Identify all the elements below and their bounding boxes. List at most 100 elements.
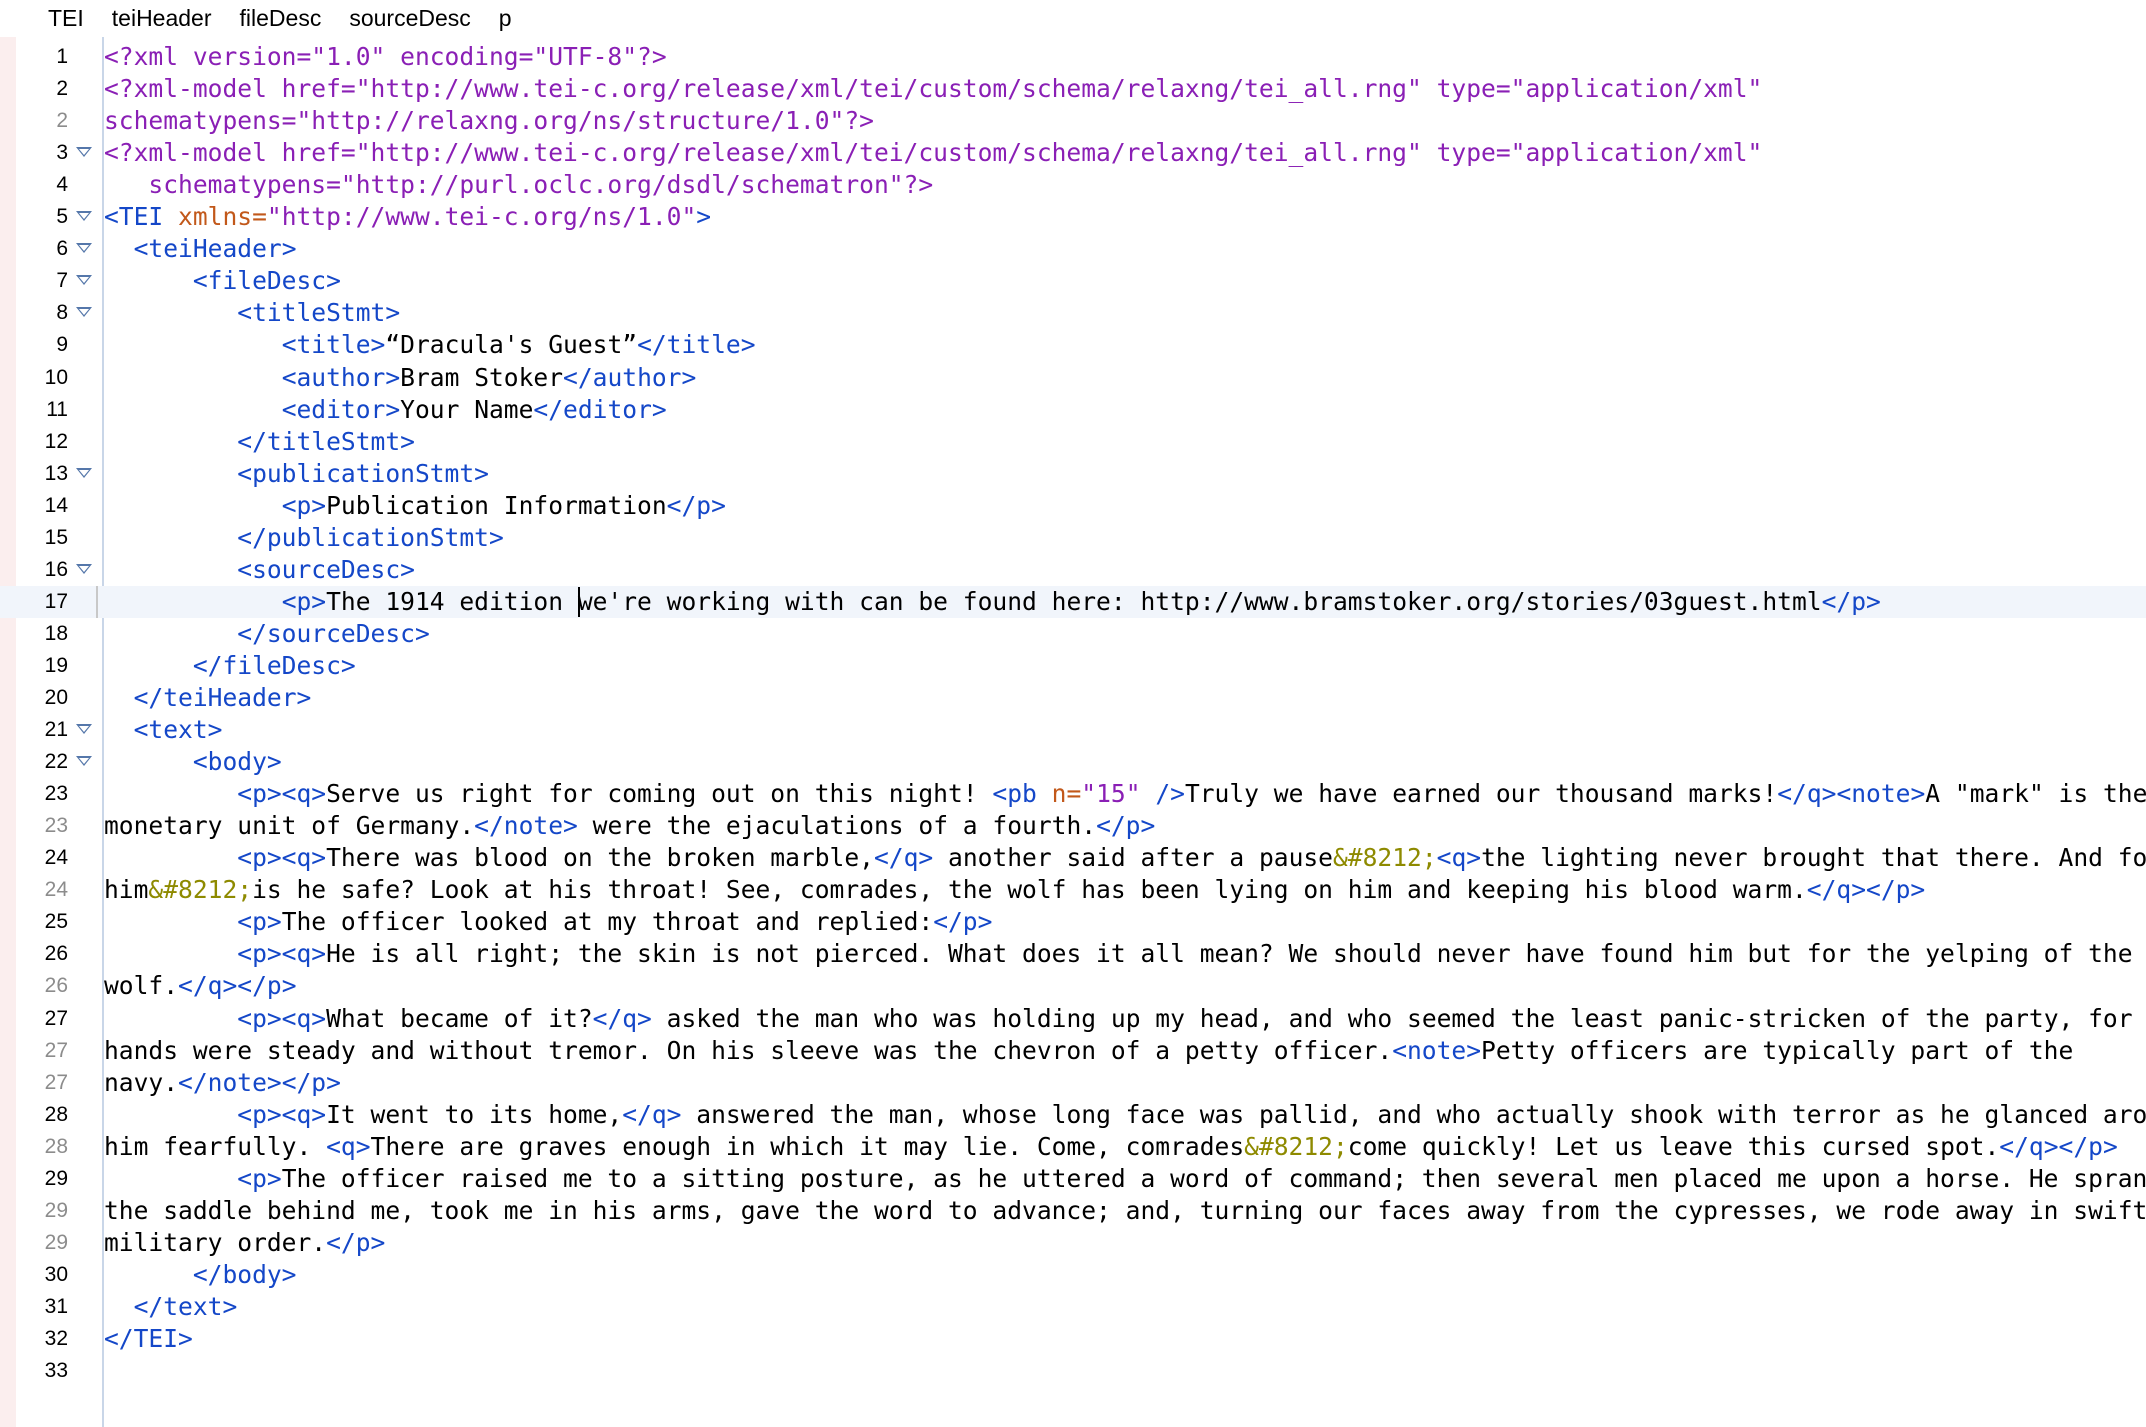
line-code[interactable]: </publicationStmt> [104,522,504,554]
editor-line-wrap[interactable]: 24 him&#8212;is he safe? Look at his thro… [0,874,2146,906]
editor-line-wrap[interactable]: 23 monetary unit of Germany.</note> were … [0,810,2146,842]
line-code[interactable]: <?xml-model href="http://www.tei-c.org/r… [104,73,1762,105]
fold-toggle-icon[interactable] [76,307,92,318]
line-code[interactable]: monetary unit of Germany.</note> were th… [104,810,1155,842]
line-code[interactable]: </teiHeader> [104,682,312,714]
line-code[interactable]: military order.</p> [104,1227,385,1259]
line-code[interactable]: <p><q>Serve us right for coming out on t… [104,778,2146,810]
editor-line[interactable]: 28 <p><q>It went to its home,</q> answer… [0,1099,2146,1131]
line-code[interactable]: <teiHeader> [104,233,297,265]
line-code[interactable]: him&#8212;is he safe? Look at his throat… [104,874,1925,906]
editor-line[interactable]: 3 <?xml-model href="http://www.tei-c.org/… [0,137,2146,169]
line-code[interactable]: <p>The officer looked at my throat and r… [104,906,992,938]
line-code[interactable]: <p>Publication Information</p> [104,490,726,522]
line-code[interactable]: <titleStmt> [104,297,400,329]
editor-line[interactable]: 2 <?xml-model href="http://www.tei-c.org/… [0,73,2146,105]
line-code[interactable]: wolf.</q></p> [104,970,297,1002]
line-code[interactable]: <?xml-model href="http://www.tei-c.org/r… [104,137,1762,169]
editor-line[interactable]: 10 <author>Bram Stoker</author> [0,362,2146,394]
xml-editor[interactable]: 1 <?xml version="1.0" encoding="UTF-8"?> 2… [0,37,2146,1427]
line-code[interactable]: </fileDesc> [104,650,356,682]
fold-toggle-icon[interactable] [76,724,92,735]
line-code[interactable]: </text> [104,1291,238,1323]
line-code[interactable]: schematypens="http://relaxng.org/ns/stru… [104,105,874,137]
editor-line[interactable]: 1 <?xml version="1.0" encoding="UTF-8"?> [0,41,2146,73]
line-code[interactable]: <?xml version="1.0" encoding="UTF-8"?> [104,41,667,73]
line-code[interactable]: hands were steady and without tremor. On… [104,1035,2073,1067]
editor-line[interactable]: 26 <p><q>He is all right; the skin is no… [0,938,2146,970]
editor-line[interactable]: 32 </TEI> [0,1323,2146,1355]
line-code[interactable]: </body> [104,1259,297,1291]
editor-line[interactable]: 12 </titleStmt> [0,426,2146,458]
line-code[interactable]: <p><q>There was blood on the broken marb… [104,842,2146,874]
editor-line[interactable]: 6 <teiHeader> [0,233,2146,265]
fold-toggle-icon[interactable] [76,467,92,478]
fold-toggle-icon[interactable] [76,563,92,574]
line-code[interactable]: <p>The officer raised me to a sitting po… [104,1163,2146,1195]
line-code[interactable]: </titleStmt> [104,426,415,458]
editor-line[interactable]: 9 <title>“Dracula's Guest”</title> [0,329,2146,361]
editor-line[interactable]: 14 <p>Publication Information</p> [0,490,2146,522]
editor-line-wrap[interactable]: 28 him fearfully. <q>There are graves eno… [0,1131,2146,1163]
fold-toggle-icon[interactable] [76,275,92,286]
editor-line[interactable]: 33 [0,1355,2146,1387]
line-code[interactable]: <text> [104,714,223,746]
editor-line[interactable]: 21 <text> [0,714,2146,746]
line-code[interactable]: him fearfully. <q>There are graves enoug… [104,1131,2118,1163]
editor-line-wrap[interactable]: 2 schematypens="http://relaxng.org/ns/str… [0,105,2146,137]
editor-line[interactable]: 4 schematypens="http://purl.oclc.org/dsd… [0,169,2146,201]
editor-line[interactable]: 23 <p><q>Serve us right for coming out o… [0,778,2146,810]
breadcrumb-item-tei[interactable]: TEI [0,5,98,32]
line-code[interactable]: <body> [104,746,282,778]
line-code[interactable]: <fileDesc> [104,265,341,297]
editor-line[interactable]: 16 <sourceDesc> [0,554,2146,586]
editor-line-wrap[interactable]: 27 navy.</note></p> [0,1067,2146,1099]
editor-line[interactable]: 22 <body> [0,746,2146,778]
text-token: military order. [104,1227,327,1257]
editor-line[interactable]: 30 </body> [0,1259,2146,1291]
editor-line[interactable]: 19 </fileDesc> [0,650,2146,682]
line-code[interactable]: <author>Bram Stoker</author> [104,362,697,394]
editor-line[interactable]: 18 </sourceDesc> [0,618,2146,650]
breadcrumb-item-p[interactable]: p [485,5,526,32]
line-code[interactable]: <TEI xmlns="http://www.tei-c.org/ns/1.0"… [104,201,711,233]
editor-line[interactable]: 27 <p><q>What became of it?</q> asked th… [0,1003,2146,1035]
editor-line[interactable]: 11 <editor>Your Name</editor> [0,394,2146,426]
fold-toggle-icon[interactable] [76,243,92,254]
editor-line[interactable]: 20 </teiHeader> [0,682,2146,714]
line-code[interactable]: the saddle behind me, took me in his arm… [104,1195,2146,1227]
breadcrumb-item-sourcedesc[interactable]: sourceDesc [335,5,484,32]
editor-line-wrap[interactable]: 27 hands were steady and without tremor. … [0,1035,2146,1067]
breadcrumb-item-filedesc[interactable]: fileDesc [226,5,336,32]
editor-line[interactable]: 29 <p>The officer raised me to a sitting… [0,1163,2146,1195]
line-code[interactable]: </sourceDesc> [104,618,430,650]
fold-toggle-icon[interactable] [76,147,92,158]
editor-line[interactable]: 17 <p>The 1914 edition we're working wit… [0,585,2146,618]
line-code[interactable]: <title>“Dracula's Guest”</title> [104,329,756,361]
editor-line-wrap[interactable]: 26 wolf.</q></p> [0,970,2146,1002]
editor-line[interactable]: 31 </text> [0,1291,2146,1323]
editor-line-wrap[interactable]: 29 military order.</p> [0,1227,2146,1259]
fold-toggle-icon[interactable] [76,211,92,222]
editor-line[interactable]: 7 <fileDesc> [0,265,2146,297]
line-code[interactable]: </TEI> [104,1323,193,1355]
editor-line[interactable]: 13 <publicationStmt> [0,458,2146,490]
fold-toggle-icon[interactable] [76,756,92,767]
line-code[interactable]: <p><q>What became of it?</q> asked the m… [104,1003,2146,1035]
editor-line[interactable]: 8 <titleStmt> [0,297,2146,329]
line-code[interactable]: <sourceDesc> [104,554,415,586]
line-code[interactable]: <p><q>It went to its home,</q> answered … [104,1099,2146,1131]
line-code[interactable]: <editor>Your Name</editor> [104,394,667,426]
editor-line-wrap[interactable]: 29 the saddle behind me, took me in his a… [0,1195,2146,1227]
line-code[interactable]: schematypens="http://purl.oclc.org/dsdl/… [104,169,933,201]
editor-line[interactable]: 15 </publicationStmt> [0,522,2146,554]
editor-line[interactable]: 24 <p><q>There was blood on the broken m… [0,842,2146,874]
editor-line[interactable]: 5 <TEI xmlns="http://www.tei-c.org/ns/1.0… [0,201,2146,233]
breadcrumb-item-teiheader[interactable]: teiHeader [98,5,226,32]
editor-line[interactable]: 25 <p>The officer looked at my throat an… [0,906,2146,938]
line-code[interactable]: <publicationStmt> [104,458,489,490]
line-code[interactable]: <p><q>He is all right; the skin is not p… [104,938,2132,970]
line-code[interactable]: <p>The 1914 edition we're working with c… [104,586,1881,618]
line-code[interactable]: navy.</note></p> [104,1067,341,1099]
